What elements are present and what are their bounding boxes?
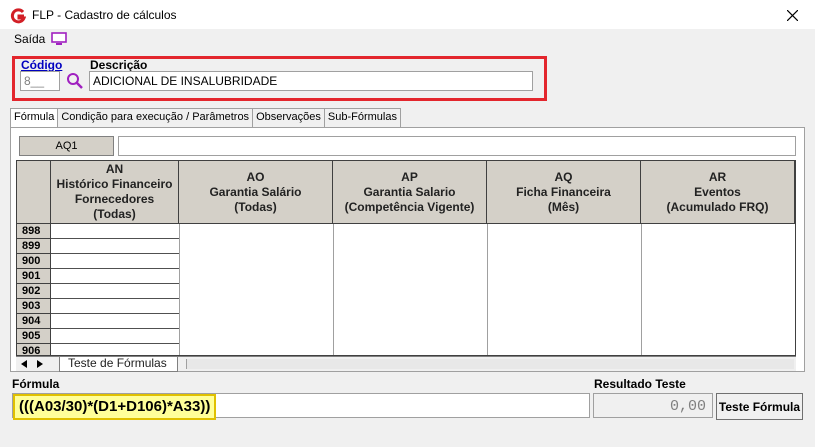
row-header[interactable]: 906 bbox=[17, 344, 51, 355]
column-header-ar[interactable]: AR Eventos (Acumulado FRQ) bbox=[641, 161, 795, 224]
app-logo-icon bbox=[10, 8, 26, 24]
title-bar: FLP - Cadastro de cálculos bbox=[0, 0, 815, 30]
grid-corner[interactable] bbox=[17, 161, 51, 224]
grid-row-line bbox=[51, 343, 179, 344]
row-header[interactable]: 903 bbox=[17, 299, 51, 314]
grid-column-line bbox=[795, 224, 796, 356]
column-title: Garantia Salario bbox=[363, 184, 456, 199]
horizontal-scrollbar[interactable] bbox=[186, 359, 794, 369]
cell-formula-bar[interactable] bbox=[118, 136, 796, 156]
column-title: Ficha Financeira bbox=[516, 184, 611, 199]
row-header[interactable]: 904 bbox=[17, 314, 51, 329]
arrow-left-icon bbox=[21, 360, 27, 368]
tab-formula[interactable]: Fórmula bbox=[10, 108, 59, 128]
grid-row-line bbox=[51, 253, 179, 254]
close-icon bbox=[786, 9, 798, 21]
column-subtitle: (Todas) bbox=[234, 199, 277, 214]
grid-row-line bbox=[51, 268, 179, 269]
tab-condicao[interactable]: Condição para execução / Parâmetros bbox=[57, 108, 254, 127]
cell-reference[interactable]: AQ1 bbox=[19, 136, 114, 156]
column-header-aq[interactable]: AQ Ficha Financeira (Mês) bbox=[487, 161, 641, 224]
formula-label: Fórmula bbox=[12, 377, 60, 391]
column-subtitle: (Competência Vigente) bbox=[344, 199, 475, 214]
column-letter: AP bbox=[401, 169, 418, 184]
column-header-an[interactable]: AN Histórico Financeiro Fornecedores (To… bbox=[51, 161, 179, 224]
codigo-label: Código bbox=[21, 58, 63, 72]
spreadsheet-grid[interactable]: AN Histórico Financeiro Fornecedores (To… bbox=[16, 160, 796, 356]
row-header[interactable]: 901 bbox=[17, 269, 51, 284]
search-icon[interactable] bbox=[66, 72, 84, 90]
grid-row-line bbox=[51, 313, 179, 314]
descricao-label: Descrição bbox=[90, 58, 148, 72]
column-subtitle: (Mês) bbox=[547, 199, 580, 214]
sheet-next-button[interactable] bbox=[34, 358, 46, 370]
column-letter: AO bbox=[246, 169, 265, 184]
window-title: FLP - Cadastro de cálculos bbox=[32, 8, 177, 22]
grid-column-line bbox=[333, 224, 334, 355]
column-title: Garantia Salário bbox=[209, 184, 302, 199]
column-subtitle: (Acumulado FRQ) bbox=[666, 199, 769, 214]
result-label: Resultado Teste bbox=[594, 377, 686, 391]
row-header[interactable]: 900 bbox=[17, 254, 51, 269]
monitor-icon[interactable] bbox=[51, 32, 67, 46]
column-subtitle: (Todas) bbox=[93, 207, 136, 221]
sheet-tab-teste[interactable]: Teste de Fórmulas bbox=[59, 357, 178, 372]
tab-observacoes[interactable]: Observações bbox=[252, 108, 325, 127]
menu-saida[interactable]: Saída bbox=[14, 32, 45, 46]
grid-row-line bbox=[51, 283, 179, 284]
menu-bar: Saída bbox=[0, 30, 815, 50]
descricao-input[interactable]: ADICIONAL DE INSALUBRIDADE bbox=[89, 71, 533, 91]
codigo-input[interactable]: 8__ bbox=[20, 71, 60, 91]
grid-column-line bbox=[641, 224, 642, 355]
formula-value[interactable]: (((A03/30)*(D1+D106)*A33)) bbox=[13, 394, 217, 420]
grid-column-line bbox=[179, 224, 180, 355]
grid-row-line bbox=[51, 298, 179, 299]
column-letter: AN bbox=[105, 162, 124, 176]
sheet-tab-bar: Teste de Fórmulas bbox=[16, 356, 796, 372]
sheet-prev-button[interactable] bbox=[18, 358, 30, 370]
column-title: Eventos bbox=[694, 184, 741, 199]
column-letter: AQ bbox=[554, 169, 573, 184]
row-header[interactable]: 899 bbox=[17, 239, 51, 254]
tab-strip: Fórmula Condição para execução / Parâmet… bbox=[10, 108, 401, 128]
row-header[interactable]: 902 bbox=[17, 284, 51, 299]
test-formula-button[interactable]: Teste Fórmula bbox=[716, 393, 803, 420]
row-header[interactable]: 898 bbox=[17, 224, 51, 239]
column-subtitle: Fornecedores bbox=[74, 192, 155, 206]
row-header[interactable]: 905 bbox=[17, 329, 51, 344]
result-value: 0,00 bbox=[593, 393, 713, 418]
grid-column-line bbox=[487, 224, 488, 355]
column-header-ap[interactable]: AP Garantia Salario (Competência Vigente… bbox=[333, 161, 487, 224]
column-title: Histórico Financeiro bbox=[56, 177, 173, 191]
arrow-right-icon bbox=[37, 360, 43, 368]
tab-sub-formulas[interactable]: Sub-Fórmulas bbox=[323, 108, 401, 127]
grid-row-line bbox=[51, 328, 179, 329]
column-header-ao[interactable]: AO Garantia Salário (Todas) bbox=[179, 161, 333, 224]
grid-row-line bbox=[51, 238, 179, 239]
close-button[interactable] bbox=[769, 0, 815, 30]
column-letter: AR bbox=[708, 169, 727, 184]
